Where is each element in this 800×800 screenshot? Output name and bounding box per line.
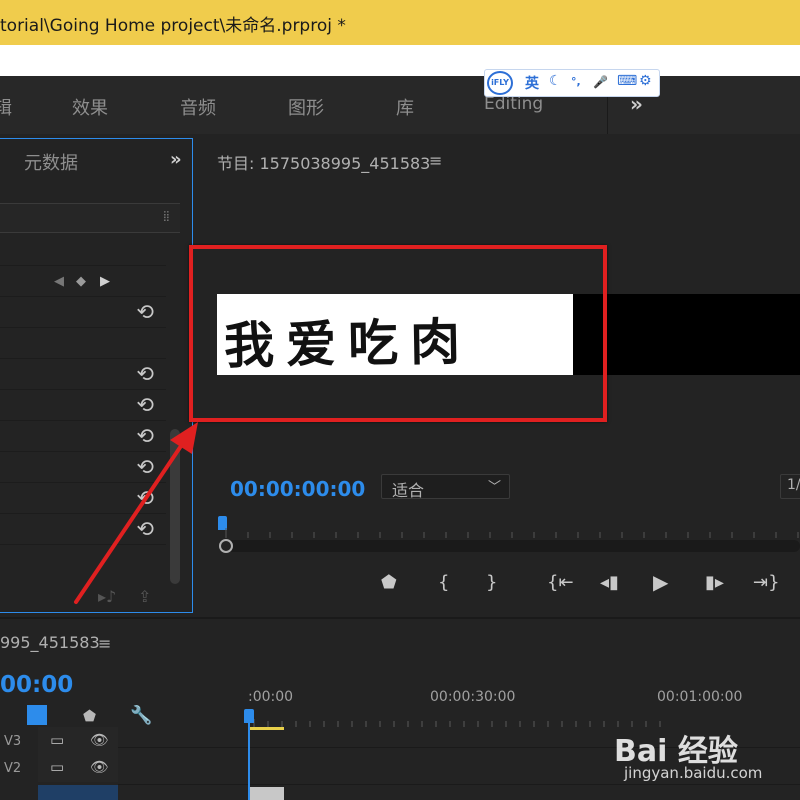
add-keyframe-icon[interactable]: ◆	[76, 274, 86, 289]
keyboard-icon[interactable]: ⌨	[617, 73, 637, 89]
program-monitor-title[interactable]: 节目: 1575038995_451583	[217, 150, 430, 174]
reset-icon[interactable]: ⟲	[136, 517, 154, 541]
property-row: ⟲	[0, 421, 166, 452]
window-title: torial\Going Home project\未命名.prproj *	[0, 16, 346, 36]
workspace-tab-editing[interactable]: Editing	[484, 94, 543, 114]
sequence-tab[interactable]: 995_451583	[0, 633, 100, 652]
timeline-playhead[interactable]	[244, 709, 254, 723]
property-row	[0, 328, 166, 359]
workspace-tab-libraries[interactable]: 库	[396, 94, 414, 120]
prev-keyframe-icon[interactable]: ◀	[54, 274, 64, 289]
add-marker-icon[interactable]: ⬟	[83, 707, 96, 725]
zoom-level-value: 适合	[392, 481, 425, 500]
panel-more-icon[interactable]: »	[170, 149, 182, 170]
moon-icon[interactable]: ☾	[549, 73, 562, 89]
audio-icon[interactable]: ▸♪	[98, 587, 116, 606]
timeline-clip[interactable]	[250, 787, 284, 800]
ruler-tick-label: 00:01:00:00	[657, 689, 743, 705]
resolution-select[interactable]: 1/	[780, 474, 800, 499]
track-label-v3: V3	[4, 734, 22, 749]
workspaces-bar: 辑 效果 音频 图形 库 Editing »	[0, 76, 800, 134]
panel-menu-icon[interactable]: ≡	[429, 151, 442, 170]
chevron-down-icon: ﹀	[488, 480, 502, 495]
property-row: ⟲	[0, 359, 166, 390]
export-icon[interactable]: ⇪	[138, 587, 151, 606]
playhead-timecode[interactable]: 00:00:00:00	[230, 477, 365, 501]
next-keyframe-icon[interactable]: ▶	[100, 274, 110, 289]
menu-strip	[0, 45, 800, 76]
snap-tool-icon[interactable]	[27, 705, 47, 725]
property-row: ◀ ◆ ▶	[0, 266, 166, 297]
go-to-in-icon[interactable]: {⇤	[547, 572, 574, 593]
panel-tab-metadata[interactable]: 元数据	[24, 149, 78, 175]
panel-menu-icon[interactable]: ≡	[98, 634, 111, 653]
property-row: ⟲	[0, 297, 166, 328]
monitor-time-ruler[interactable]	[221, 522, 800, 538]
property-row: ⟲	[0, 514, 166, 545]
track-label-v2: V2	[4, 761, 22, 776]
ruler-tick-label: 00:00:30:00	[430, 689, 516, 705]
reset-icon[interactable]: ⟲	[136, 486, 154, 510]
eye-icon[interactable]: 👁	[90, 731, 109, 749]
ruler-tick-label: :00:00	[248, 689, 294, 705]
ifly-logo-icon[interactable]: iFLY	[487, 71, 513, 95]
video-frame[interactable]	[573, 294, 800, 375]
mark-out-icon[interactable]: }	[486, 572, 497, 593]
mark-in-icon[interactable]: {	[438, 572, 449, 593]
workspace-tab-partial[interactable]: 辑	[0, 94, 12, 120]
reset-icon[interactable]: ⟲	[136, 393, 154, 417]
go-to-out-icon[interactable]: ⇥}	[753, 572, 780, 593]
work-area-bar[interactable]	[250, 727, 284, 730]
play-icon[interactable]: ▶	[653, 570, 668, 594]
zoom-level-select[interactable]: 适合 ﹀	[381, 474, 510, 500]
property-row: ⟲	[0, 390, 166, 421]
workspace-tab-graphics[interactable]: 图形	[288, 94, 324, 120]
reset-icon[interactable]: ⟲	[136, 424, 154, 448]
reset-icon[interactable]: ⟲	[136, 455, 154, 479]
panel-scrollbar[interactable]	[170, 429, 180, 584]
toggle-sync-icon[interactable]: ▭	[50, 731, 64, 749]
property-row: ⟲	[0, 452, 166, 483]
toggle-sync-icon[interactable]: ▭	[50, 758, 64, 776]
monitor-scrub-bar[interactable]	[219, 539, 800, 553]
grip-icon[interactable]: ⣿	[163, 211, 170, 222]
track-header-v3[interactable]: ▭ 👁	[38, 727, 118, 755]
ime-toolbar[interactable]: iFLY 英 ☾ °, 🎤 ⌨ ⚙	[484, 69, 660, 97]
workspace-tab-audio[interactable]: 音频	[180, 94, 216, 120]
window-title-bar: torial\Going Home project\未命名.prproj *	[0, 0, 800, 45]
add-marker-icon[interactable]: ⬟	[381, 572, 397, 593]
workspace-tab-effects[interactable]: 效果	[72, 94, 108, 120]
step-back-icon[interactable]: ◂▮	[600, 572, 619, 593]
reset-icon[interactable]: ⟲	[136, 300, 154, 324]
track-header-v2[interactable]: ▭ 👁	[38, 754, 118, 782]
property-row: ⟲	[0, 483, 166, 514]
step-forward-icon[interactable]: ▮▸	[705, 572, 724, 593]
wrench-icon[interactable]: 🔧	[130, 705, 152, 726]
baidu-jingyan-watermark: Bai 经验 jingyan.baidu.com	[600, 708, 800, 800]
punctuation-icon[interactable]: °,	[571, 75, 581, 88]
panel-header-row: ⣿	[0, 203, 180, 233]
scrub-handle[interactable]	[219, 539, 233, 553]
ime-lang-toggle[interactable]: 英	[525, 73, 539, 93]
watermark-url: jingyan.baidu.com	[624, 764, 763, 782]
track-header-v1[interactable]	[38, 785, 118, 800]
annotation-highlight-box	[189, 245, 607, 422]
effect-controls-panel: 元数据 » ⣿ ◀ ◆ ▶ ⟲ ⟲ ⟲ ⟲ ⟲ ⟲ ⟲ ▸♪ ⇪	[0, 138, 193, 613]
resolution-value: 1/	[787, 477, 800, 493]
eye-icon[interactable]: 👁	[90, 758, 109, 776]
gear-icon[interactable]: ⚙	[639, 73, 652, 89]
property-row	[0, 235, 166, 266]
reset-icon[interactable]: ⟲	[136, 362, 154, 386]
microphone-icon[interactable]: 🎤	[593, 75, 608, 89]
timeline-timecode[interactable]: 00:00	[0, 672, 73, 698]
